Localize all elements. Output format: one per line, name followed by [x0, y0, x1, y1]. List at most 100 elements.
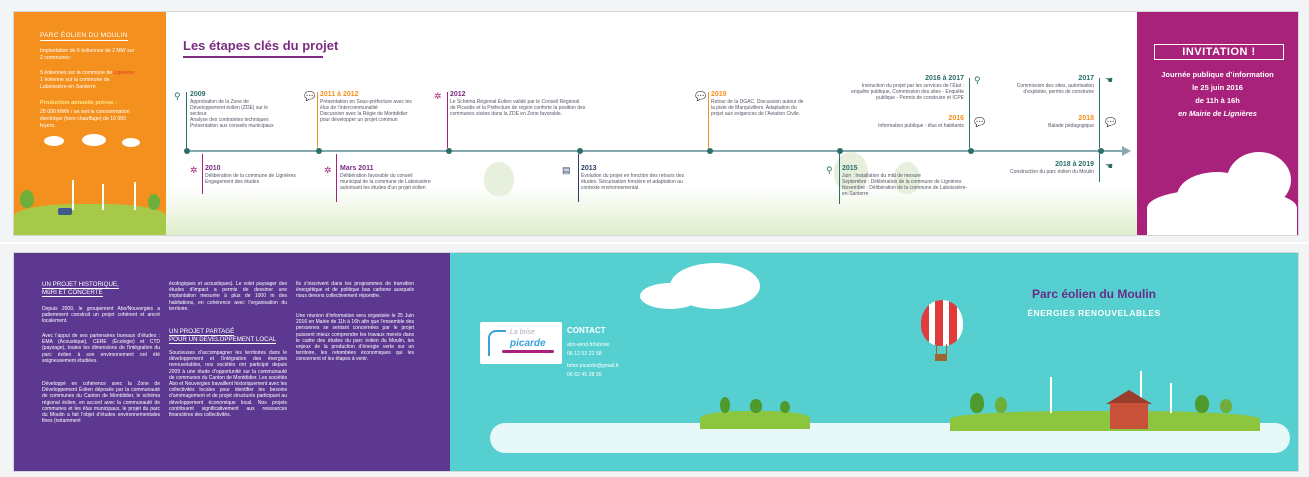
project-text-panel: UN PROJET HISTORIQUE, MûRI ET CONCERTÉ D… — [14, 253, 450, 471]
brochure-inside-page: PARC ÉOLIEN DU MOULIN Implantation de 6 … — [14, 12, 1298, 235]
timeline-event-2013: 2013 Évolution du projet en fonction des… — [581, 165, 685, 191]
timeline-dot — [446, 148, 452, 154]
section-heading: UN PROJET PARTAGÉ — [169, 328, 235, 336]
wind-turbine-icon — [72, 180, 74, 210]
timeline-event-2018-2019: 2018 à 2019 Construction du parc éolien … — [1010, 161, 1094, 175]
section-heading: MûRI ET CONCERTÉ — [42, 289, 103, 297]
paragraph: Une réunion d’information sera organisée… — [296, 313, 414, 363]
summary-title: PARC ÉOLIEN DU MOULIN — [40, 32, 128, 41]
invitation-line-4: en Mairie de Lignières — [1178, 109, 1257, 118]
chat-bubble-icon: 💬 — [695, 91, 707, 101]
timeline-event-2012: 2012 Le Schéma Régional Éolien validé pa… — [450, 91, 586, 117]
project-summary-panel: PARC ÉOLIEN DU MOULIN Implantation de 6 … — [14, 12, 166, 235]
wind-turbine-icon — [1170, 383, 1172, 413]
production-title: Production annuelle prévue : — [40, 100, 118, 106]
logo-text-main: picarde — [510, 338, 546, 349]
timeline-event-mars-2011: Mars 2011 Délibération favorable du cons… — [340, 165, 431, 191]
timeline-event-2016: 2016 Information publique : élus et habi… — [878, 115, 964, 129]
house-illustration — [1110, 403, 1148, 429]
timeline-title-underline — [183, 56, 323, 58]
timeline-event-2015: 2015 Juin : Installation du mât de mesur… — [842, 165, 968, 197]
landscape-background — [166, 187, 1137, 235]
wind-turbine-icon — [134, 182, 136, 210]
timeline-connector — [317, 92, 318, 148]
hand-icon: ☚ — [1105, 161, 1114, 171]
cover-subtitle: ÉNERGIES RENOUVELABLES — [1027, 308, 1161, 318]
summary-commune-1: 5 éoliennes sur la commune de Lignières — [40, 70, 135, 76]
pin-icon: ⚲ — [174, 91, 181, 101]
timeline-connector — [447, 92, 448, 148]
contact-website[interactable]: abo-wind.fr/labrise — [567, 342, 609, 348]
paragraph: Avec l’appui de ses partenaires bureaux … — [42, 333, 160, 364]
document-icon: ▤ — [562, 165, 571, 175]
pin-icon: ⚲ — [974, 75, 981, 85]
invitation-title-box: INVITATION ! — [1154, 44, 1284, 60]
network-icon: ✲ — [324, 165, 332, 175]
balloon-rope — [946, 344, 947, 354]
timeline-event-2010: 2010 Délibération de la commune de Ligni… — [205, 165, 296, 185]
production-line-3: foyers. — [40, 123, 56, 129]
timeline-title: Les étapes clés du projet — [183, 38, 339, 53]
logo-text-top: La brise — [510, 329, 535, 336]
chat-bubble-icon: 💬 — [1105, 117, 1117, 127]
timeline-dot — [316, 148, 322, 154]
tractor-icon — [58, 208, 72, 215]
invitation-line-2: le 25 juin 2016 — [1192, 83, 1243, 92]
balloon-basket — [935, 354, 947, 361]
tree-illustration — [750, 399, 762, 413]
tree-illustration — [1195, 395, 1209, 413]
cover-panel — [450, 253, 1298, 471]
production-line-1: 28 000 MWh / an soit la consommation — [40, 109, 130, 115]
paragraph: écologiques et acoustiques). Le volet pa… — [169, 281, 287, 312]
timeline-connector — [1099, 154, 1100, 182]
paragraph: Depuis 2009, le groupement Abo/Nouvergie… — [42, 306, 160, 325]
network-icon: ✲ — [190, 165, 198, 175]
cloud-illustration — [44, 136, 64, 146]
paragraph: Développé en cohérence avec la Zone de D… — [42, 381, 160, 425]
chat-bubble-icon: 💬 — [974, 117, 986, 127]
hill-illustration — [14, 204, 166, 235]
chat-bubble-icon: 💬 — [304, 91, 316, 101]
logo-swoosh — [502, 350, 554, 353]
pin-icon: ⚲ — [826, 165, 833, 175]
timeline-event-2017: 2017 Commission des sites, autorisation … — [1016, 75, 1094, 95]
timeline-dot — [707, 148, 713, 154]
summary-commune-3: Laboissière-en-Santerre — [40, 84, 96, 90]
timeline-dot — [837, 148, 843, 154]
summary-commune-2: 1 éolienne sur la commune de — [40, 77, 110, 83]
timeline-event-2018: 2018 Balade pédagogique — [1048, 115, 1094, 129]
tree-illustration — [720, 397, 730, 413]
timeline-event-2019: 2019 Retour de la DGAC. Discussion autou… — [711, 91, 804, 117]
section-heading: UN PROJET HISTORIQUE, — [42, 281, 119, 289]
paragraph: Soucieuses d’accompagner les territoires… — [169, 350, 287, 419]
island-illustration — [950, 411, 1260, 431]
network-icon: ✲ — [434, 91, 442, 101]
timeline-connector — [186, 92, 187, 148]
wind-turbine-icon — [1050, 377, 1052, 413]
invitation-line-1: Journée publique d’information — [1161, 70, 1274, 79]
tree-illustration — [20, 190, 34, 208]
house-roof — [1106, 390, 1152, 404]
timeline-axis — [186, 150, 1126, 152]
tree-illustration — [484, 162, 514, 196]
timeline-connector — [969, 78, 970, 148]
balloon-rope — [936, 344, 937, 354]
contact-phone-1: 06 12 52 22 58 — [567, 351, 602, 357]
timeline-dot — [968, 148, 974, 154]
summary-text-1: Implantation de 6 éoliennes de 2 MW sur — [40, 48, 135, 54]
timeline-event-2009: 2009 Approbation de la Zone de Développe… — [190, 91, 274, 129]
contact-email[interactable]: brise.picarde@gmail.fr — [567, 363, 619, 369]
timeline-connector — [336, 154, 337, 202]
invitation-title: INVITATION ! — [1182, 46, 1256, 58]
tree-illustration — [148, 194, 160, 210]
summary-text-2: 2 communes : — [40, 55, 73, 61]
paragraph: Ils s’inscrivent dans les programmes de … — [296, 281, 414, 300]
timeline-connector — [1099, 78, 1100, 148]
wind-turbine-icon — [102, 184, 104, 210]
invitation-line-3: de 11h à 16h — [1195, 96, 1240, 105]
timeline-arrow — [1122, 146, 1131, 156]
island-illustration — [700, 411, 810, 429]
timeline-connector — [202, 154, 203, 194]
timeline-event-2016-2017: 2016 à 2017 Instruction du projet par le… — [851, 75, 964, 101]
tree-illustration — [970, 393, 984, 413]
